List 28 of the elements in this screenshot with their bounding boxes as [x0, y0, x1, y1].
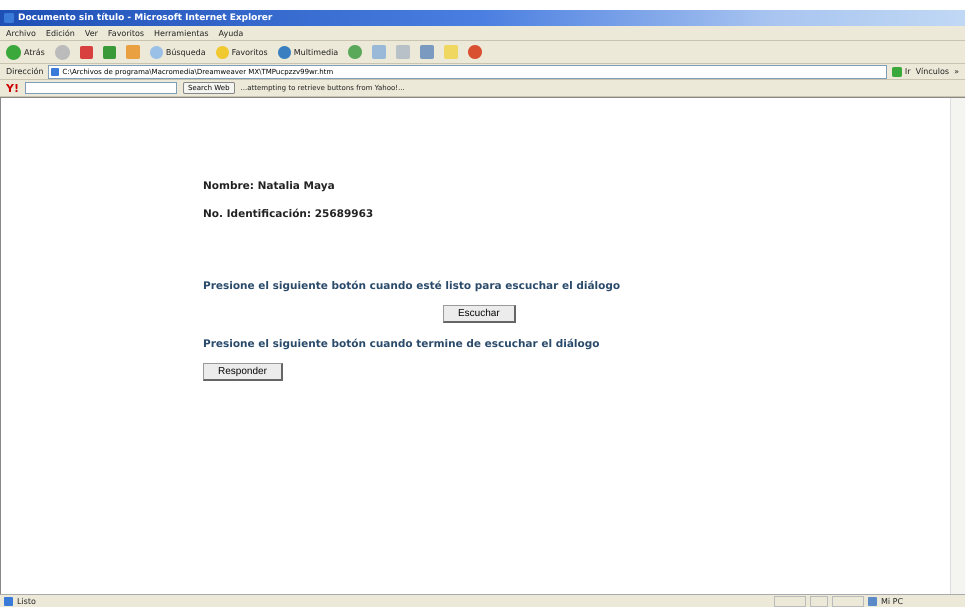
scrollbar[interactable]	[950, 98, 965, 594]
status-pane	[774, 596, 806, 606]
menu-item[interactable]: Ver	[84, 28, 98, 38]
instruction-text: Presione el siguiente botón cuando termine de escuchar el diálogo	[203, 338, 600, 350]
zone-text: Mi PC	[881, 596, 904, 606]
links-label[interactable]: Vínculos	[916, 67, 950, 76]
status-pane	[832, 596, 864, 606]
status-text: Listo	[17, 596, 36, 606]
menu-item[interactable]: Ayuda	[218, 28, 244, 38]
search-button[interactable]: Búsqueda	[150, 46, 206, 58]
address-label: Dirección	[6, 67, 44, 76]
back-button[interactable]: Atrás	[6, 44, 45, 60]
yahoo-search-field[interactable]	[24, 82, 177, 94]
status-pane	[810, 596, 828, 606]
menu-item[interactable]: Favoritos	[108, 28, 144, 38]
menu-item[interactable]: Herramientas	[154, 28, 209, 38]
window-title: Documento sin título - Microsoft Internet Explorer	[18, 13, 272, 23]
more-chevron[interactable]: »	[954, 67, 959, 76]
menu-item[interactable]: Archivo	[6, 28, 36, 38]
media-button[interactable]: Multimedia	[278, 46, 338, 58]
favorites-button[interactable]: Favoritos	[216, 46, 268, 58]
instruction-text: Presione el siguiente botón cuando esté listo para escuchar el diálogo	[203, 280, 620, 292]
menu-item[interactable]: Edición	[46, 28, 75, 38]
info-text: No. Identificación: 25689963	[203, 208, 374, 220]
yahoo-logo[interactable]: Y!	[6, 82, 19, 94]
action-button[interactable]: Responder	[203, 363, 283, 381]
info-text: Nombre: Natalia Maya	[203, 180, 335, 192]
action-button[interactable]: Escuchar	[443, 305, 516, 323]
